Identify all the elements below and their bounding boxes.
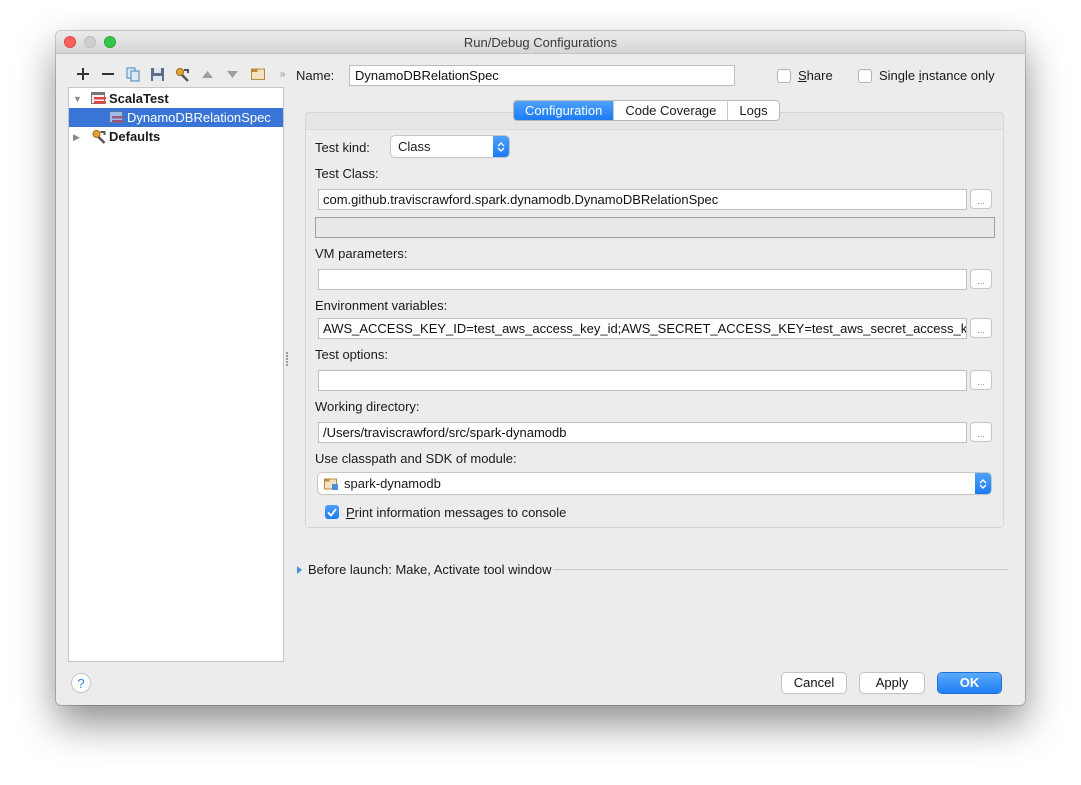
environment-variables-edit-button[interactable]: ... xyxy=(970,318,992,338)
checkmark-icon xyxy=(327,507,337,517)
save-config-button[interactable] xyxy=(145,65,170,83)
test-options-expand-button[interactable]: ... xyxy=(970,370,992,390)
maximize-window-button[interactable] xyxy=(104,36,116,48)
title-bar: Run/Debug Configurations xyxy=(56,31,1025,54)
share-checkbox-box[interactable] xyxy=(777,68,791,83)
before-launch-label: Before launch: Make, Activate tool windo… xyxy=(308,562,552,577)
print-info-mnemonic: P xyxy=(346,505,355,520)
tab-code-coverage[interactable]: Code Coverage xyxy=(614,101,729,120)
share-checkbox[interactable]: Share xyxy=(777,68,833,83)
config-toolbar: » xyxy=(70,65,295,83)
test-options-label: Test options: xyxy=(315,347,388,362)
chevron-up-down-icon xyxy=(493,136,509,157)
print-info-label[interactable]: Print information messages to console xyxy=(346,505,566,520)
remove-config-button[interactable] xyxy=(95,65,120,83)
module-value: spark-dynamodb xyxy=(344,476,441,491)
before-launch-divider xyxy=(553,569,1008,570)
vm-parameters-expand-button[interactable]: ... xyxy=(970,269,992,289)
tree-item-label: ScalaTest xyxy=(109,91,169,106)
tree-item-scalatest[interactable]: ▼ ScalaTest xyxy=(69,89,283,108)
add-config-button[interactable] xyxy=(70,65,95,83)
collapse-arrow-icon[interactable]: ▶ xyxy=(73,132,83,142)
splitter-handle[interactable] xyxy=(285,351,291,371)
single-instance-checkbox[interactable]: Single i nstance only xyxy=(858,68,995,83)
test-kind-label: Test kind: xyxy=(315,140,370,155)
config-tabs: Configuration Code Coverage Logs xyxy=(513,100,780,121)
test-class-label: Test Class: xyxy=(315,166,379,181)
expand-triangle-icon xyxy=(297,565,302,574)
ok-button[interactable]: OK xyxy=(938,673,1001,693)
folder-button[interactable] xyxy=(245,65,270,83)
test-kind-value: Class xyxy=(398,139,431,154)
working-directory-browse-button[interactable]: ... xyxy=(970,422,992,442)
module-folder-icon xyxy=(324,478,338,490)
window-title: Run/Debug Configurations xyxy=(463,35,618,50)
working-directory-label: Working directory: xyxy=(315,399,420,414)
move-up-button[interactable] xyxy=(195,65,220,83)
print-info-text: rint information messages to console xyxy=(354,505,567,520)
chevron-double-right-icon: » xyxy=(279,68,286,80)
close-window-button[interactable] xyxy=(64,36,76,48)
expand-arrow-icon[interactable]: ▼ xyxy=(73,94,83,104)
minus-icon xyxy=(101,73,114,75)
working-directory-input[interactable]: /Users/traviscrawford/src/spark-dynamodb xyxy=(318,422,967,443)
vm-parameters-input[interactable] xyxy=(318,269,967,290)
single-instance-label: nstance only xyxy=(921,68,995,83)
share-label: hare xyxy=(806,68,833,83)
copy-config-button[interactable] xyxy=(120,65,145,83)
tab-configuration[interactable]: Configuration xyxy=(514,101,615,120)
tab-logs[interactable]: Logs xyxy=(728,101,778,120)
tree-item-dynamodb-relation-spec[interactable]: DynamoDBRelationSpec xyxy=(69,108,283,127)
more-actions-button[interactable]: » xyxy=(270,65,295,83)
tree-item-defaults[interactable]: ▶ Defaults xyxy=(69,127,283,146)
save-icon xyxy=(151,67,164,81)
share-label-mnemonic: S xyxy=(798,68,807,83)
scalatest-config-icon xyxy=(109,110,124,123)
test-kind-select[interactable]: Class xyxy=(391,136,509,157)
minimize-window-button[interactable] xyxy=(84,36,96,48)
single-instance-label-pre: Single xyxy=(879,68,919,83)
copy-icon xyxy=(126,67,139,81)
test-options-input[interactable] xyxy=(318,370,967,391)
plus-icon xyxy=(76,68,89,80)
arrow-up-icon xyxy=(202,70,213,78)
scalatest-icon xyxy=(91,91,106,104)
environment-variables-label: Environment variables: xyxy=(315,298,448,313)
test-class-browse-button[interactable]: ... xyxy=(970,189,992,209)
print-info-checkbox[interactable] xyxy=(325,505,339,519)
vm-parameters-label: VM parameters: xyxy=(315,246,408,261)
move-down-button[interactable] xyxy=(220,65,245,83)
tree-item-label: DynamoDBRelationSpec xyxy=(127,110,271,125)
help-button[interactable]: ? xyxy=(71,673,91,693)
name-label: Name: xyxy=(296,68,335,83)
run-debug-dialog: Run/Debug Configurations » ▼ ScalaTest D… xyxy=(56,31,1025,705)
module-select[interactable]: spark-dynamodb xyxy=(318,473,991,494)
arrow-down-icon xyxy=(227,70,238,78)
config-tree[interactable]: ▼ ScalaTest DynamoDBRelationSpec ▶ Defau… xyxy=(68,87,284,662)
wrench-icon xyxy=(176,67,189,82)
test-class-status-field xyxy=(315,217,995,238)
single-instance-checkbox-box[interactable] xyxy=(858,68,872,83)
name-input[interactable] xyxy=(349,65,735,86)
cancel-button[interactable]: Cancel xyxy=(782,673,846,693)
module-label: Use classpath and SDK of module: xyxy=(315,451,517,466)
environment-variables-input[interactable]: AWS_ACCESS_KEY_ID=test_aws_access_key_id… xyxy=(318,318,967,339)
edit-defaults-button[interactable] xyxy=(170,65,195,83)
defaults-wrench-icon xyxy=(92,130,106,144)
folder-icon xyxy=(250,68,265,80)
tree-item-label: Defaults xyxy=(109,129,161,144)
chevron-up-down-icon xyxy=(975,473,991,494)
test-class-input[interactable]: com.github.traviscrawford.spark.dynamodb… xyxy=(318,189,967,210)
before-launch-toggle[interactable]: Before launch: Make, Activate tool windo… xyxy=(297,562,552,577)
apply-button[interactable]: Apply xyxy=(860,673,924,693)
